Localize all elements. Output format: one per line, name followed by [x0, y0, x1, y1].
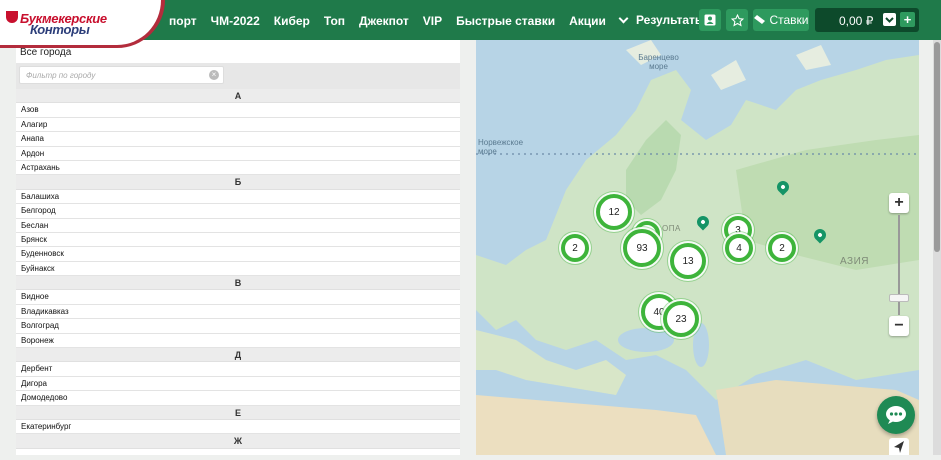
- letter-header: А: [16, 89, 460, 104]
- profile-button[interactable]: [699, 9, 721, 31]
- filter-bar: Фильтр по городу ×: [16, 63, 460, 89]
- locate-arrow-icon: [894, 441, 904, 453]
- city-list-item[interactable]: Екатеринбург: [16, 420, 460, 435]
- city-list-item[interactable]: Волгоград: [16, 319, 460, 334]
- letter-header: Е: [16, 405, 460, 420]
- clear-icon[interactable]: ×: [209, 70, 219, 80]
- city-list-item[interactable]: Дигора: [16, 377, 460, 392]
- nav-results[interactable]: Результаты: [613, 0, 712, 40]
- check-icon[interactable]: [883, 13, 896, 26]
- balance-amount: 0,00 ₽: [839, 14, 874, 28]
- chat-icon: [886, 406, 906, 424]
- bets-label: Ставки: [769, 13, 809, 27]
- nav-vip[interactable]: VIP: [416, 0, 449, 40]
- city-list-panel: Все города Фильтр по городу × А Азов Алаги…: [16, 40, 460, 455]
- map-cluster[interactable]: 12: [596, 194, 632, 230]
- city-list-item[interactable]: Анапа: [16, 132, 460, 147]
- nav-jackpot[interactable]: Джекпот: [352, 0, 416, 40]
- page-scrollbar-thumb[interactable]: [934, 42, 940, 252]
- zoom-in-button[interactable]: +: [889, 193, 909, 213]
- nav-top[interactable]: Топ: [317, 0, 352, 40]
- bets-button[interactable]: Ставки: [753, 9, 809, 31]
- city-list-item[interactable]: Азов: [16, 103, 460, 118]
- plus-icon[interactable]: +: [900, 12, 915, 27]
- nav-wc2022[interactable]: ЧМ-2022: [204, 0, 267, 40]
- city-list-item[interactable]: Буйнакск: [16, 262, 460, 277]
- map-cluster[interactable]: 4: [725, 234, 753, 262]
- nav-sport[interactable]: порт: [162, 0, 204, 40]
- star-icon: [730, 13, 744, 26]
- letter-header: Ж: [16, 434, 460, 449]
- letter-header: Д: [16, 348, 460, 363]
- map-cluster[interactable]: 93: [623, 229, 661, 267]
- city-list-item[interactable]: Беслан: [16, 219, 460, 233]
- city-filter-input[interactable]: Фильтр по городу ×: [19, 66, 224, 84]
- city-list-item[interactable]: Владикавказ: [16, 305, 460, 320]
- locate-button[interactable]: [889, 438, 909, 455]
- city-list-item[interactable]: Ардон: [16, 147, 460, 161]
- chevron-down-icon: [618, 13, 629, 23]
- user-icon: [704, 14, 716, 26]
- city-list-item[interactable]: Брянск: [16, 233, 460, 248]
- nav-cyber[interactable]: Кибер: [267, 0, 317, 40]
- nav-results-label: Результаты: [635, 13, 706, 27]
- map-cluster[interactable]: 2: [768, 234, 796, 262]
- city-list-item[interactable]: Домодедово: [16, 391, 460, 406]
- map-cluster[interactable]: 23: [663, 301, 699, 337]
- city-filter-placeholder: Фильтр по городу: [26, 71, 96, 80]
- main-nav: порт ЧМ-2022 Кибер Топ Джекпот VIP Быстр…: [162, 0, 712, 40]
- city-list-item[interactable]: Алагир: [16, 118, 460, 133]
- city-list-item[interactable]: Дербент: [16, 362, 460, 377]
- map-cluster[interactable]: 2: [561, 234, 589, 262]
- city-list-item[interactable]: Воронеж: [16, 334, 460, 349]
- chat-button[interactable]: [877, 396, 915, 434]
- balance-widget[interactable]: 0,00 ₽ +: [815, 8, 919, 32]
- site-logo[interactable]: Букмекерские Конторы: [0, 0, 165, 48]
- city-groups: А Азов Алагир Анапа Ардон Астрахань Б Балашиха Б…: [16, 89, 460, 449]
- city-list-item[interactable]: Белгород: [16, 204, 460, 219]
- logo-text-line2: Конторы: [30, 22, 90, 37]
- map-cluster[interactable]: 13: [670, 243, 706, 279]
- nav-fast-bets[interactable]: Быстрые ставки: [449, 0, 562, 40]
- nav-promotions[interactable]: Акции: [562, 0, 613, 40]
- favorites-button[interactable]: [726, 9, 748, 31]
- zoom-out-button[interactable]: −: [889, 316, 909, 336]
- ticket-icon: [754, 15, 766, 24]
- city-list-item[interactable]: Балашиха: [16, 190, 460, 205]
- city-list-item[interactable]: Видное: [16, 290, 460, 305]
- city-list-item[interactable]: Буденновск: [16, 247, 460, 262]
- letter-header: Б: [16, 175, 460, 190]
- letter-header: В: [16, 276, 460, 291]
- city-list-item[interactable]: Астрахань: [16, 161, 460, 176]
- trophy-icon: [6, 11, 18, 23]
- zoom-slider-handle[interactable]: [889, 294, 909, 302]
